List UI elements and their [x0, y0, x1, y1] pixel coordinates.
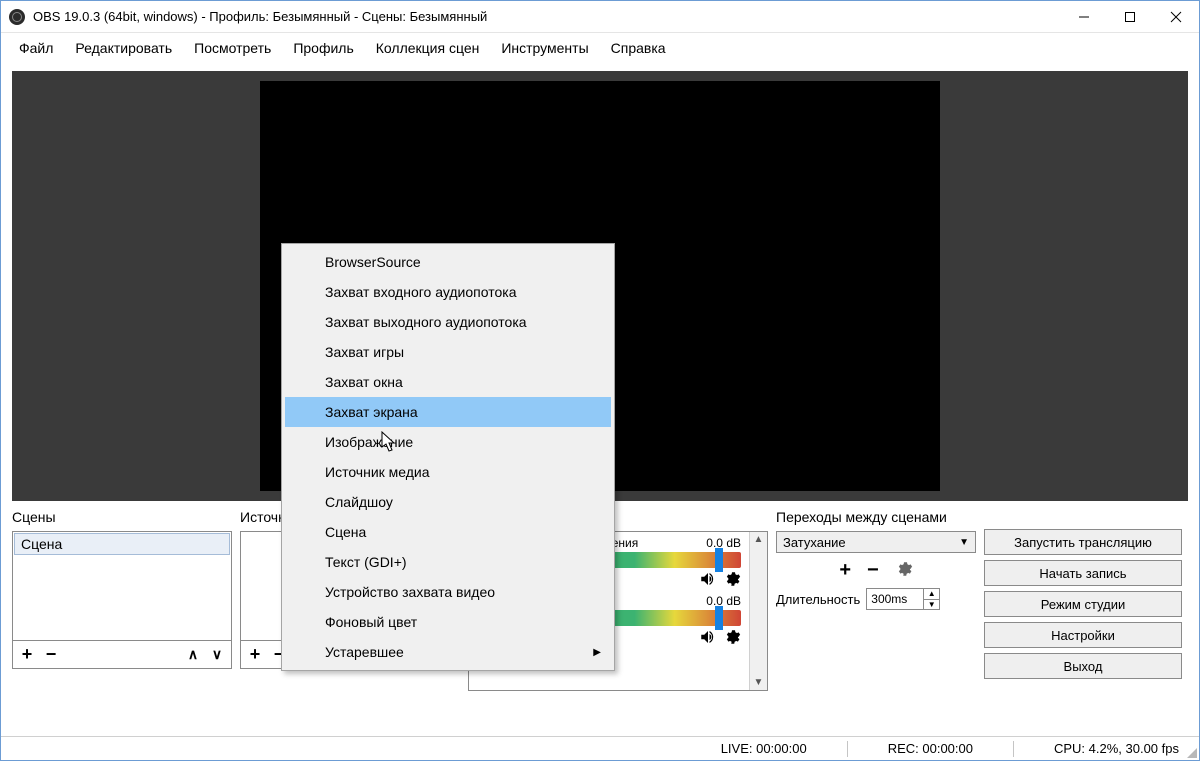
- speaker-icon[interactable]: [699, 570, 717, 588]
- duration-spinner[interactable]: 300ms ▲ ▼: [866, 588, 940, 610]
- transition-select[interactable]: Затухание ▼: [776, 531, 976, 553]
- title-bar: OBS 19.0.3 (64bit, windows) - Профиль: Б…: [1, 1, 1199, 33]
- scroll-up-icon[interactable]: ▲: [754, 534, 764, 545]
- context-item-text-gdi[interactable]: Текст (GDI+): [285, 547, 611, 577]
- status-rec: REC: 00:00:00: [888, 741, 973, 756]
- studio-mode-button[interactable]: Режим студии: [984, 591, 1182, 617]
- move-scene-down-button[interactable]: ∨: [207, 645, 227, 665]
- add-source-context-menu: BrowserSource Захват входного аудиопоток…: [281, 243, 615, 671]
- scene-item[interactable]: Сцена: [14, 533, 230, 555]
- move-scene-up-button[interactable]: ∧: [183, 645, 203, 665]
- speaker-icon[interactable]: [699, 628, 717, 646]
- context-item-game-capture[interactable]: Захват игры: [285, 337, 611, 367]
- menu-file[interactable]: Файл: [9, 36, 63, 60]
- obs-logo-icon: [9, 9, 25, 25]
- mouse-cursor-icon: [381, 431, 397, 456]
- duration-value: 300ms: [867, 589, 923, 609]
- spin-up-icon[interactable]: ▲: [924, 589, 939, 600]
- menu-tools[interactable]: Инструменты: [491, 36, 598, 60]
- context-item-slideshow[interactable]: Слайдшоу: [285, 487, 611, 517]
- transitions-label: Переходы между сценами: [776, 509, 976, 527]
- transition-selected: Затухание: [783, 535, 846, 550]
- start-recording-button[interactable]: Начать запись: [984, 560, 1182, 586]
- context-item-media-source[interactable]: Источник медиа: [285, 457, 611, 487]
- context-item-deprecated[interactable]: Устаревшее ▶: [285, 637, 611, 667]
- transitions-panel: Переходы между сценами Затухание ▼ + − Д…: [776, 509, 976, 610]
- menu-help[interactable]: Справка: [601, 36, 676, 60]
- exit-button[interactable]: Выход: [984, 653, 1182, 679]
- remove-scene-button[interactable]: −: [41, 645, 61, 665]
- dropdown-icon: ▼: [959, 537, 969, 548]
- context-item-color-source[interactable]: Фоновый цвет: [285, 607, 611, 637]
- scenes-toolbar: + − ∧ ∨: [13, 640, 231, 668]
- mixer-scrollbar[interactable]: ▲ ▼: [749, 532, 767, 690]
- status-cpu: CPU: 4.2%, 30.00 fps: [1054, 741, 1179, 756]
- scenes-panel: Сцены Сцена + − ∧ ∨: [12, 509, 232, 669]
- scenes-label: Сцены: [12, 509, 232, 527]
- menu-bar: Файл Редактировать Посмотреть Профиль Ко…: [1, 33, 1199, 63]
- add-scene-button[interactable]: +: [17, 645, 37, 665]
- status-separator: [847, 741, 848, 757]
- maximize-button[interactable]: [1107, 1, 1153, 32]
- menu-profile[interactable]: Профиль: [283, 36, 363, 60]
- menu-view[interactable]: Посмотреть: [184, 36, 281, 60]
- submenu-arrow-icon: ▶: [593, 647, 601, 658]
- add-source-button[interactable]: +: [245, 645, 265, 665]
- controls-panel: Запустить трансляцию Начать запись Режим…: [984, 509, 1182, 684]
- status-live: LIVE: 00:00:00: [721, 741, 807, 756]
- add-transition-button[interactable]: +: [839, 559, 851, 582]
- window-controls: [1061, 1, 1199, 32]
- close-button[interactable]: [1153, 1, 1199, 32]
- scroll-down-icon[interactable]: ▼: [754, 677, 764, 688]
- window-title: OBS 19.0.3 (64bit, windows) - Профиль: Б…: [33, 9, 1061, 24]
- scenes-list[interactable]: Сцена + − ∧ ∨: [12, 531, 232, 669]
- start-streaming-button[interactable]: Запустить трансляцию: [984, 529, 1182, 555]
- resize-grip[interactable]: [1185, 746, 1197, 758]
- context-item-image[interactable]: Изображение: [285, 427, 611, 457]
- mixer-settings-button[interactable]: [723, 628, 741, 646]
- status-separator: [1013, 741, 1014, 757]
- context-item-window-capture[interactable]: Захват окна: [285, 367, 611, 397]
- context-item-audio-input[interactable]: Захват входного аудиопотока: [285, 277, 611, 307]
- context-item-display-capture[interactable]: Захват экрана: [285, 397, 611, 427]
- context-item-audio-output[interactable]: Захват выходного аудиопотока: [285, 307, 611, 337]
- context-item-label: Устаревшее: [325, 644, 404, 660]
- remove-transition-button[interactable]: −: [867, 559, 879, 582]
- duration-label: Длительность: [776, 592, 860, 607]
- spin-down-icon[interactable]: ▼: [924, 600, 939, 610]
- settings-button[interactable]: Настройки: [984, 622, 1182, 648]
- context-item-scene[interactable]: Сцена: [285, 517, 611, 547]
- minimize-button[interactable]: [1061, 1, 1107, 32]
- mixer-settings-button[interactable]: [723, 570, 741, 588]
- context-item-browsersource[interactable]: BrowserSource: [285, 247, 611, 277]
- mixer-channel-db: 0.0 dB: [706, 536, 741, 550]
- mixer-channel-db: 0.0 dB: [706, 594, 741, 608]
- status-bar: LIVE: 00:00:00 REC: 00:00:00 CPU: 4.2%, …: [1, 736, 1199, 760]
- menu-edit[interactable]: Редактировать: [65, 36, 182, 60]
- transition-settings-button[interactable]: [895, 560, 913, 581]
- context-item-video-capture[interactable]: Устройство захвата видео: [285, 577, 611, 607]
- menu-scene-collection[interactable]: Коллекция сцен: [366, 36, 490, 60]
